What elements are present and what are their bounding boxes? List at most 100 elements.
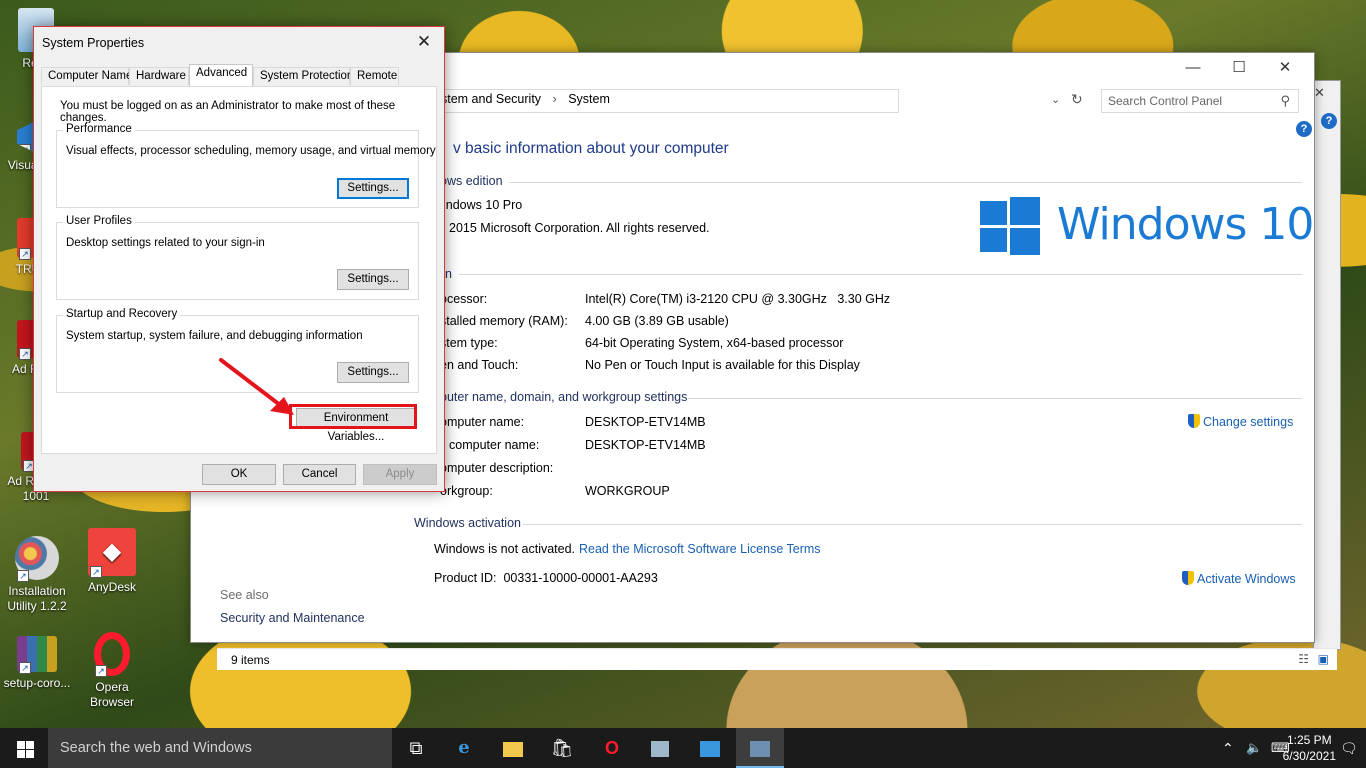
- performance-settings-button[interactable]: Settings...: [337, 178, 409, 199]
- group-legend: Startup and Recovery: [63, 308, 181, 320]
- anydesk-icon: ◆ ↗: [88, 528, 136, 578]
- desktop-icon-label: Opera Browser: [89, 680, 134, 709]
- activate-windows-link[interactable]: Activate Windows: [1182, 571, 1296, 586]
- group-legend: User Profiles: [63, 215, 135, 227]
- edge-icon[interactable]: e: [440, 728, 488, 768]
- cancel-button[interactable]: Cancel: [283, 464, 356, 485]
- desktop-icon-label: AnyDesk: [87, 580, 137, 594]
- divider: [688, 398, 1302, 399]
- annotation-arrow-icon: [219, 358, 294, 415]
- admin-note: You must be logged on as an Administrato…: [60, 100, 396, 124]
- processor-label: ocessor:: [440, 292, 488, 306]
- taskbar-search-box[interactable]: Search the web and Windows: [48, 728, 392, 768]
- performance-group: Performance Visual effects, processor sc…: [56, 123, 436, 208]
- breadcrumb-item[interactable]: System: [568, 92, 610, 106]
- opera-icon[interactable]: O: [588, 728, 636, 768]
- notifications-icon[interactable]: 🗨: [1340, 728, 1358, 768]
- tab-advanced[interactable]: Advanced: [189, 64, 253, 86]
- ram-value: 4.00 GB (3.89 GB usable): [585, 314, 729, 328]
- group-description: System startup, system failure, and debu…: [66, 330, 363, 342]
- help-icon[interactable]: ?: [1321, 113, 1337, 129]
- chevron-down-icon[interactable]: ⌄: [1051, 93, 1060, 106]
- desktop-icon-label: setup-coro...: [3, 676, 71, 690]
- start-button[interactable]: [0, 728, 48, 768]
- page-title: v basic information about your computer: [453, 140, 729, 157]
- system-section-title: n: [445, 267, 452, 281]
- shield-icon: [1182, 571, 1194, 585]
- palette-icon: ↗: [15, 536, 59, 582]
- system-type-label: stem type:: [440, 336, 498, 350]
- taskbar: Search the web and Windows ⧉ e 🛍 O ⌃ 🔈 ⌨…: [0, 728, 1366, 768]
- activation-section-title: Windows activation: [414, 516, 521, 530]
- see-also-label: See also: [220, 588, 269, 602]
- clock[interactable]: 1:25 PM 6/30/2021: [1283, 732, 1336, 764]
- tab-remote[interactable]: Remote: [350, 67, 399, 85]
- highlight-box: [289, 404, 417, 429]
- group-description: Visual effects, processor scheduling, me…: [66, 145, 436, 157]
- workgroup-value: WORKGROUP: [585, 484, 670, 498]
- computer-description-label: omputer description:: [440, 461, 554, 475]
- chevron-up-icon[interactable]: ⌃: [1222, 728, 1234, 768]
- license-terms-link[interactable]: Read the Microsoft Software License Term…: [579, 542, 821, 556]
- tab-system-protection[interactable]: System Protection: [253, 67, 353, 85]
- background-window[interactable]: ✕ ?: [1313, 80, 1341, 650]
- user-profiles-settings-button[interactable]: Settings...: [337, 269, 409, 290]
- ok-button[interactable]: OK: [202, 464, 276, 485]
- tab-hardware[interactable]: Hardware: [129, 67, 189, 85]
- system-type-value: 64-bit Operating System, x64-based proce…: [585, 336, 844, 350]
- apply-button[interactable]: Apply: [363, 464, 437, 485]
- startup-recovery-settings-button[interactable]: Settings...: [337, 362, 409, 383]
- divider: [523, 524, 1302, 525]
- full-computer-name-value: DESKTOP-ETV14MB: [585, 438, 706, 452]
- system-properties-taskbar-icon[interactable]: [736, 728, 784, 768]
- divider: [509, 182, 1302, 183]
- breadcrumb-item[interactable]: stem and Security: [441, 92, 541, 106]
- user-profiles-group: User Profiles Desktop settings related t…: [56, 215, 419, 300]
- desktop-icon-opera[interactable]: ↗ Opera Browser: [74, 632, 150, 710]
- task-view-icon[interactable]: ⧉: [392, 728, 440, 768]
- tab-computer-name[interactable]: Computer Name: [41, 67, 132, 85]
- desktop-icon-winrar[interactable]: ↗ setup-coro...: [0, 636, 75, 691]
- help-icon[interactable]: ?: [1296, 121, 1312, 137]
- full-computer-name-label: ll computer name:: [440, 438, 540, 452]
- change-settings-label: Change settings: [1203, 415, 1294, 429]
- minimize-button[interactable]: —: [1170, 53, 1216, 83]
- refresh-icon[interactable]: ↻: [1071, 91, 1083, 108]
- group-legend: Performance: [63, 123, 135, 135]
- shield-icon: [1188, 414, 1200, 428]
- edition-section-title: ows edition: [440, 174, 503, 188]
- desktop-icon-anydesk[interactable]: ◆ ↗ AnyDesk: [74, 528, 150, 595]
- details-view-icon[interactable]: ☷: [1298, 652, 1309, 666]
- opera-icon: ↗: [94, 632, 130, 677]
- search-input[interactable]: Search Control Panel ⚲: [1101, 89, 1299, 113]
- volume-icon[interactable]: 🔈: [1246, 728, 1262, 768]
- search-icon[interactable]: ⚲: [1280, 93, 1290, 109]
- activate-windows-label: Activate Windows: [1197, 572, 1296, 586]
- app-icon[interactable]: [636, 728, 684, 768]
- divider: [459, 274, 1302, 275]
- computer-name-section-title: puter name, domain, and workgroup settin…: [440, 390, 688, 404]
- close-button[interactable]: ✕: [410, 30, 438, 54]
- file-explorer-icon[interactable]: [489, 728, 537, 768]
- ram-label: stalled memory (RAM):: [440, 314, 568, 328]
- computer-name-value: DESKTOP-ETV14MB: [585, 415, 706, 429]
- close-icon[interactable]: ✕: [1314, 85, 1325, 101]
- search-placeholder: Search Control Panel: [1108, 94, 1223, 108]
- security-maintenance-link[interactable]: Security and Maintenance: [220, 611, 365, 625]
- large-icons-view-icon[interactable]: ▣: [1318, 652, 1329, 666]
- close-button[interactable]: ✕: [1262, 53, 1308, 83]
- desktop-icon-installation-utility[interactable]: ↗ Installation Utility 1.2.2: [0, 536, 75, 614]
- change-settings-link[interactable]: Change settings: [1188, 414, 1293, 429]
- group-description: Desktop settings related to your sign-in: [66, 237, 265, 249]
- activation-status: Windows is not activated.: [434, 542, 576, 556]
- breadcrumb: stem and Security › System: [441, 92, 618, 106]
- control-panel-icon[interactable]: [686, 728, 734, 768]
- processor-value: Intel(R) Core(TM) i3-2120 CPU @ 3.30GHz …: [585, 292, 891, 306]
- windows-icon-part: [26, 741, 34, 749]
- store-icon[interactable]: 🛍: [538, 728, 586, 768]
- status-bar: 9 items ☷ ▣: [217, 648, 1337, 670]
- pen-touch-value: No Pen or Touch Input is available for t…: [585, 358, 860, 372]
- chevron-right-icon: ›: [552, 92, 557, 106]
- date: 6/30/2021: [1282, 749, 1336, 763]
- maximize-button[interactable]: ☐: [1216, 53, 1262, 83]
